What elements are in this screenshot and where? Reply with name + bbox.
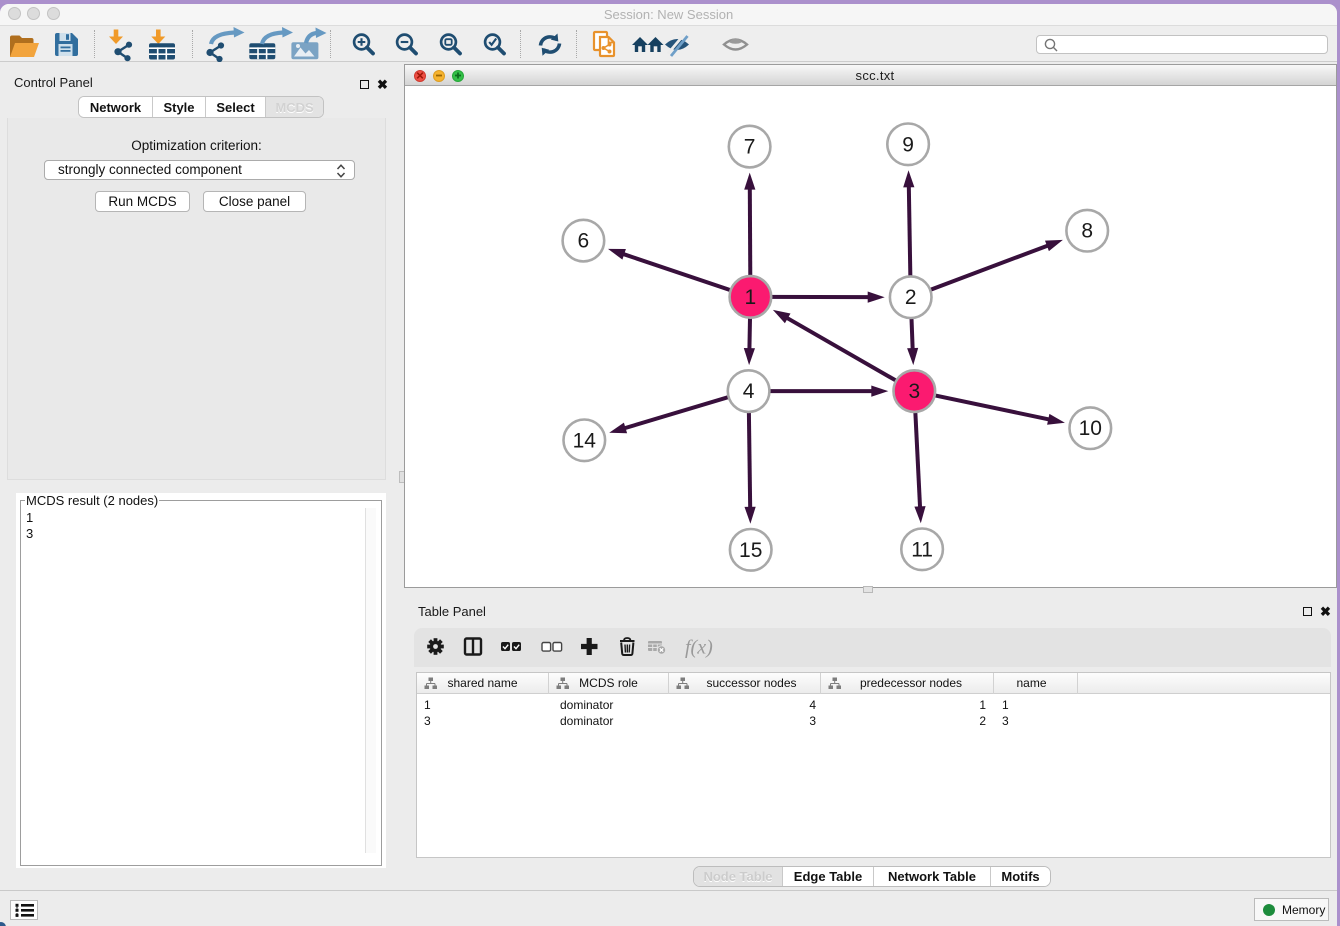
svg-text:10: 10 bbox=[1079, 417, 1102, 440]
svg-text:3: 3 bbox=[908, 380, 920, 403]
svg-text:1: 1 bbox=[745, 286, 757, 309]
svg-text:8: 8 bbox=[1081, 220, 1093, 243]
svg-text:14: 14 bbox=[573, 429, 597, 452]
svg-text:11: 11 bbox=[911, 538, 933, 561]
svg-text:f(x): f(x) bbox=[685, 637, 713, 659]
svg-text:15: 15 bbox=[739, 539, 762, 562]
svg-text:6: 6 bbox=[578, 230, 590, 253]
svg-text:9: 9 bbox=[902, 133, 914, 156]
svg-text:7: 7 bbox=[744, 136, 756, 159]
svg-text:4: 4 bbox=[743, 380, 755, 403]
svg-text:2: 2 bbox=[905, 286, 917, 309]
